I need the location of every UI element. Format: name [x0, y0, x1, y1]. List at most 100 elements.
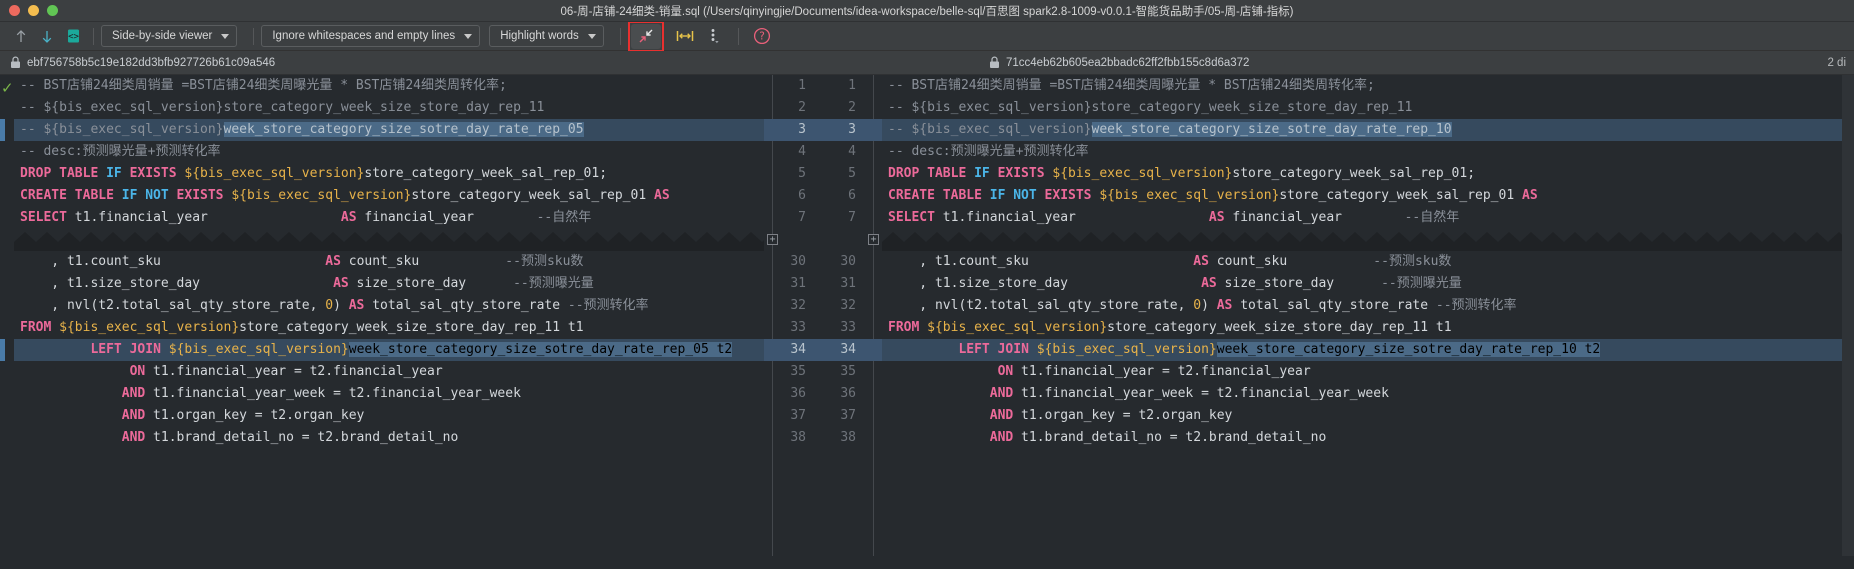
code-line: -- ${bis_exec_sql_version}week_store_cat… — [14, 119, 764, 141]
arrow-down-icon — [42, 30, 52, 43]
more-options-button[interactable] — [700, 24, 730, 49]
code-line-text: -- desc:预测曝光量+预测转化率 — [882, 141, 1854, 163]
code-token: t1.financial_year — [74, 210, 208, 225]
code-line: AND t1.organ_key = t2.organ_key — [882, 405, 1854, 427]
code-line-text: DROP TABLE IF EXISTS ${bis_exec_sql_vers… — [14, 163, 764, 185]
viewer-mode-dropdown[interactable]: Side-by-side viewer — [101, 25, 238, 47]
right-revision[interactable]: 71cc4eb62b605ea2bbadc62ff2fbb155c8d6a372 — [989, 56, 1249, 69]
vertical-scrollbar[interactable] — [1842, 75, 1854, 569]
collapse-arrows-icon — [639, 29, 653, 43]
code-line: ON t1.financial_year = t2.financial_year — [882, 361, 1854, 383]
code-token: total_sal_qty_store_rate — [364, 298, 568, 313]
gutter-line-row: 66 — [764, 185, 882, 207]
code-token: AND — [121, 430, 146, 445]
collapsed-fragment-separator[interactable] — [882, 229, 1854, 251]
code-line-text: AND t1.organ_key = t2.organ_key — [14, 405, 764, 427]
code-line-text: CREATE TABLE IF NOT EXISTS ${bis_exec_sq… — [882, 185, 1854, 207]
gutter-fold-row[interactable]: + + — [764, 229, 882, 251]
gutter-line-row: 44 — [764, 141, 882, 163]
code-token: week_store_category_size_sotre_day_rate_… — [223, 122, 584, 137]
toolbar-divider-3 — [619, 27, 621, 45]
gutter-line-number-left: 33 — [790, 320, 806, 335]
code-token: ${bis_exec_sql_version} — [1099, 188, 1280, 203]
right-code-pane[interactable]: -- BST店铺24细类周销量 =BST店铺24细类周曝光量 * BST店铺24… — [882, 75, 1854, 569]
code-line: LEFT JOIN ${bis_exec_sql_version}week_st… — [14, 339, 764, 361]
code-token: ON — [129, 364, 146, 379]
code-token: AS — [654, 188, 670, 203]
previous-difference-button[interactable] — [8, 24, 34, 48]
gutter-line-row: 30 30 — [764, 251, 882, 273]
code-token: AND — [989, 386, 1014, 401]
code-line-text: , t1.size_store_day AS size_store_day --… — [882, 273, 1854, 295]
gutter-line-number-left: 1 — [798, 78, 806, 93]
code-line: -- desc:预测曝光量+预测转化率 — [882, 141, 1854, 163]
code-token: t1.organ_key = t2.organ_key — [145, 408, 365, 423]
gutter-line-number-right: 35 — [840, 364, 856, 379]
code-token: , nvl(t2.total_sal_qty_store_rate, — [888, 298, 1194, 313]
zigzag-fold-icon — [882, 232, 1854, 251]
left-revision[interactable]: ebf756758b5c19e182dd3bfb927726b61c09a546 — [0, 56, 275, 69]
gutter-line-row: 33 33 — [764, 317, 882, 339]
code-token: EXISTS — [168, 188, 232, 203]
gutter-line-row: 22 — [764, 97, 882, 119]
code-line: SELECT t1.financial_year AS financial_ye… — [14, 207, 764, 229]
code-token: EXISTS — [121, 166, 185, 181]
code-line-text: -- ${bis_exec_sql_version}week_store_cat… — [14, 119, 764, 141]
code-token: AS — [348, 298, 365, 313]
code-token: DROP TABLE — [888, 166, 975, 181]
left-revision-hash: ebf756758b5c19e182dd3bfb927726b61c09a546 — [27, 56, 276, 69]
difference-count-label: 2 di — [1827, 56, 1846, 69]
next-difference-button[interactable] — [34, 24, 60, 48]
gutter-line-row: 77 — [764, 207, 882, 229]
collapse-unchanged-fragments-button[interactable] — [630, 23, 661, 49]
toolbar-divider-4 — [737, 27, 739, 45]
gutter-line-number-left: 32 — [790, 298, 806, 313]
code-token: -- BST店铺24细类周销量 =BST店铺24细类周曝光量 * BST店铺24… — [888, 78, 1375, 93]
code-line-text: , nvl(t2.total_sal_qty_store_rate, 0) AS… — [882, 295, 1854, 317]
code-line: FROM ${bis_exec_sql_version}store_catego… — [882, 317, 1854, 339]
highlight-mode-dropdown[interactable]: Highlight words — [489, 25, 604, 47]
code-token: --预测曝光量 — [513, 276, 594, 291]
code-token: --预测sku数 — [1373, 254, 1452, 269]
gutter-line-number-right: 31 — [840, 276, 856, 291]
code-token: --自然年 — [536, 210, 592, 225]
code-line: AND t1.financial_year_week = t2.financia… — [882, 383, 1854, 405]
code-token: EXISTS — [1036, 188, 1100, 203]
help-button[interactable]: ? — [747, 24, 777, 49]
change-marker[interactable] — [0, 119, 5, 141]
collapse-unchanged-fragments-highlight — [627, 20, 664, 52]
expand-fragment-button[interactable]: + — [767, 234, 778, 245]
code-token: store_category_week_sal_rep_01; — [1232, 166, 1476, 181]
code-line: AND t1.brand_detail_no = t2.brand_detail… — [14, 427, 764, 449]
code-token: AND — [989, 408, 1014, 423]
expand-all-button[interactable] — [670, 24, 700, 49]
code-line: CREATE TABLE IF NOT EXISTS ${bis_exec_sq… — [882, 185, 1854, 207]
code-token: t1.organ_key = t2.organ_key — [1013, 408, 1233, 423]
code-line: DROP TABLE IF EXISTS ${bis_exec_sql_vers… — [882, 163, 1854, 185]
code-token: CREATE TABLE — [20, 188, 122, 203]
code-line: , nvl(t2.total_sal_qty_store_rate, 0) AS… — [14, 295, 764, 317]
compare-files-button[interactable]: <> — [60, 24, 86, 48]
code-token: AND — [121, 408, 146, 423]
gutter-line-row: 38 38 — [764, 427, 882, 449]
code-line-text: SELECT t1.financial_year AS financial_ye… — [14, 207, 764, 229]
code-line: , t1.size_store_day AS size_store_day --… — [14, 273, 764, 295]
whitespace-mode-dropdown[interactable]: Ignore whitespaces and empty lines — [261, 25, 481, 47]
whitespace-mode-label: Ignore whitespaces and empty lines — [272, 30, 456, 42]
revision-bar: ebf756758b5c19e182dd3bfb927726b61c09a546… — [0, 51, 1854, 75]
code-token: LEFT JOIN — [90, 342, 169, 357]
gutter-line-number-right: 4 — [848, 144, 856, 159]
code-line: -- desc:预测曝光量+预测转化率 — [14, 141, 764, 163]
collapsed-fragment-separator[interactable] — [14, 229, 764, 251]
gutter-line-number-left: 6 — [798, 188, 806, 203]
gutter-line-number-right: 2 — [848, 100, 856, 115]
expand-fragment-button[interactable]: + — [868, 234, 879, 245]
left-code-pane[interactable]: -- BST店铺24细类周销量 =BST店铺24细类周曝光量 * BST店铺24… — [14, 75, 764, 569]
code-line: CREATE TABLE IF NOT EXISTS ${bis_exec_sq… — [14, 185, 764, 207]
change-marker[interactable] — [0, 339, 5, 361]
